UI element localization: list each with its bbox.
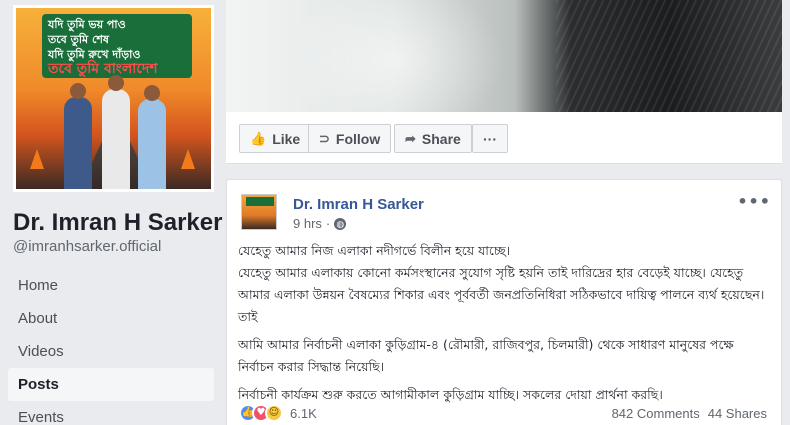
like-button[interactable]: 👍 Like (239, 124, 312, 153)
picture-caption-line3: যদি তুমি রুখে দাঁড়াও (48, 48, 141, 61)
person-illustration (64, 83, 92, 189)
cover-photo[interactable] (226, 0, 782, 112)
haha-reaction-icon: ☺ (265, 404, 283, 422)
share-label: Share (421, 130, 461, 147)
page-action-bar: 👍 Like ⊃ Follow ➦ Share ··· (226, 112, 782, 164)
reaction-count[interactable]: 6.1K (290, 406, 317, 421)
avatar-banner (246, 197, 274, 206)
like-label: Like (272, 130, 301, 147)
profile-picture-banner: যদি তুমি ভয় পাও তবে তুমি শেষ যদি তুমি র… (42, 14, 192, 78)
more-options-button[interactable]: ··· (472, 124, 508, 153)
page-name-text[interactable]: Dr. Imran H Sarker (13, 209, 222, 237)
cover-shirt-texture (556, 0, 782, 112)
follow-button[interactable]: ⊃ Follow (308, 124, 392, 153)
person-illustration (138, 85, 166, 189)
sidebar-item-about[interactable]: About (8, 302, 214, 335)
picture-caption-line1: যদি তুমি ভয় পাও (48, 18, 126, 31)
page-title[interactable]: Dr. Imran H Sarker ✓ (13, 209, 247, 237)
sidebar-nav: Home About Videos Posts Events (8, 269, 214, 425)
post-options-icon[interactable]: ••• (737, 192, 771, 211)
follow-label: Follow (335, 130, 381, 147)
sidebar-item-events[interactable]: Events (8, 401, 214, 425)
comments-count[interactable]: 842 Comments (612, 406, 700, 421)
post-text: যেহেতু আমার নিজ এলাকা নদীগর্ভে বিলীন হয়… (238, 240, 768, 412)
sidebar-item-home[interactable]: Home (8, 269, 214, 302)
sidebar-item-posts[interactable]: Posts (8, 368, 214, 401)
post-author-avatar[interactable] (241, 194, 277, 230)
shares-count[interactable]: 44 Shares (708, 406, 767, 421)
cover-highlight (286, 0, 506, 112)
post-stats: 842 Comments 44 Shares (612, 406, 767, 421)
meta-separator: · (325, 216, 331, 231)
follow-rss-icon: ⊃ (319, 130, 330, 146)
person-illustration (102, 75, 130, 189)
traffic-cone-icon (30, 149, 44, 169)
reactions-summary[interactable]: 👍 ♥ ☺ 6.1K (239, 404, 317, 422)
picture-caption-line2: তবে তুমি শেষ (48, 33, 110, 46)
page-handle[interactable]: @imranhsarker.official (13, 238, 161, 255)
post-paragraph: নির্বাচনী কার্যক্রম শুরু করতে আগামীকাল ক… (238, 387, 663, 402)
post-paragraph: যেহেতু আমার নিজ এলাকা নদীগর্ভে বিলীন হয়… (238, 243, 765, 324)
thumbs-up-icon: 👍 (250, 130, 267, 146)
share-arrow-icon: ➦ (405, 130, 416, 146)
sidebar-item-videos[interactable]: Videos (8, 335, 214, 368)
traffic-cone-icon (181, 149, 195, 169)
post-meta: 9 hrs · ◍ (293, 216, 347, 231)
post-card: Dr. Imran H Sarker 9 hrs · ◍ ••• যেহেতু … (226, 179, 782, 425)
share-button[interactable]: ➦ Share (394, 124, 472, 153)
globe-icon[interactable]: ◍ (334, 217, 347, 230)
post-author-name[interactable]: Dr. Imran H Sarker (293, 196, 424, 213)
more-dots-icon: ··· (483, 130, 497, 147)
post-paragraph: আমি আমার নির্বাচনী এলাকা কুড়িগ্রাম-৪ (র… (238, 337, 734, 374)
profile-picture[interactable]: যদি তুমি ভয় পাও তবে তুমি শেষ যদি তুমি র… (13, 5, 214, 192)
post-timestamp[interactable]: 9 hrs (293, 216, 322, 231)
